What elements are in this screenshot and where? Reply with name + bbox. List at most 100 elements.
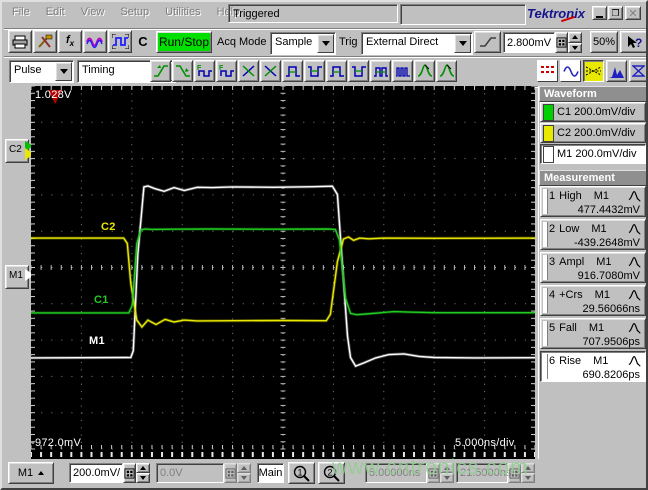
- meas-fall-time-button[interactable]: [172, 60, 193, 82]
- measurement-ampl-button[interactable]: 3 Ampl M1 916.7080mV: [540, 252, 646, 283]
- meas-double-pulse-button[interactable]: [370, 60, 391, 82]
- waveform-c1-button[interactable]: C1 200.0mV/div: [540, 102, 646, 122]
- spin-up-icon[interactable]: [136, 463, 150, 473]
- menu-view[interactable]: View: [73, 2, 113, 18]
- math-button[interactable]: fx: [58, 30, 82, 53]
- vertical-offset-spinner: [237, 463, 251, 483]
- meas-category-value: Pulse: [14, 64, 42, 76]
- frequency-icon: [197, 63, 213, 79]
- meas-source: M1: [593, 355, 609, 367]
- bottom-control-bar: M1 200.0mV/ 0.0V Main 1 2 5.00000ns 21.5…: [4, 459, 646, 488]
- c1-trace-label: C1: [94, 294, 109, 306]
- m1-scale-label: M1 200.0mV/div: [557, 148, 637, 160]
- waveform-view-button[interactable]: [560, 60, 581, 82]
- menu-utilities[interactable]: Utilities: [157, 2, 208, 18]
- magnifier-2-icon: 2: [323, 465, 340, 482]
- waveform-c2-button[interactable]: C2 200.0mV/div: [540, 123, 646, 143]
- meas-pos-width-button[interactable]: [282, 60, 303, 82]
- measurement-pos-crs-button[interactable]: 4 +Crs M1 29.56066ns: [540, 285, 646, 316]
- meas-rise-time-button[interactable]: [150, 60, 171, 82]
- restore-button[interactable]: ❐: [608, 6, 623, 20]
- meas-source: M1: [591, 223, 607, 235]
- spin-down-icon[interactable]: [136, 473, 150, 483]
- close-button[interactable]: ✕: [625, 6, 641, 20]
- spin-down-icon[interactable]: [568, 42, 582, 53]
- set-level-50-button[interactable]: 50%: [590, 31, 618, 53]
- trig-level-keypad-button[interactable]: [555, 32, 568, 53]
- fx-math-icon: fx: [65, 34, 75, 49]
- eye-pattern-button[interactable]: [583, 60, 604, 82]
- pulse-define-button[interactable]: [108, 30, 132, 53]
- waveform-button[interactable]: [83, 30, 107, 53]
- meas-burst-width-button[interactable]: [392, 60, 413, 82]
- measurement-rise-button[interactable]: 6 Rise M1 690.8206ps: [540, 351, 646, 382]
- zoom1-button[interactable]: 1: [288, 462, 315, 484]
- zoom2-button[interactable]: 2: [318, 462, 345, 484]
- horizontal-scale-spinner: [440, 463, 454, 483]
- meas-pos-peak-button[interactable]: [414, 60, 435, 82]
- vertical-channel-button[interactable]: M1: [8, 462, 54, 484]
- vertical-channel-label: M1: [17, 467, 34, 479]
- meas-frequency-button[interactable]: [194, 60, 215, 82]
- trig-level-spinner[interactable]: [568, 32, 582, 53]
- measurement-low-button[interactable]: 2 Low M1 -439.2648mV: [540, 219, 646, 250]
- tools-button[interactable]: [33, 30, 57, 53]
- meas-name: Ampl: [559, 256, 585, 268]
- spin-up-icon[interactable]: [568, 32, 582, 43]
- acq-mode-select[interactable]: Sample: [270, 32, 336, 55]
- menu-edit[interactable]: Edit: [38, 2, 73, 18]
- meas-index: 2: [549, 223, 556, 235]
- trig-source-dropdown-arrow[interactable]: [454, 34, 471, 53]
- meas-source-color-key: [543, 189, 548, 214]
- meas-name: High: [559, 190, 582, 202]
- mask-button[interactable]: [629, 60, 646, 82]
- meas-index: 4: [549, 289, 556, 301]
- run-stop-label: Run/Stop: [158, 35, 210, 49]
- meas-waveform-icon: [628, 222, 642, 236]
- vertical-scale-field[interactable]: 200.0mV/: [69, 463, 123, 483]
- meas-neg-peak-button[interactable]: [436, 60, 457, 82]
- c-channel-button[interactable]: C: [134, 30, 152, 53]
- meas-neg-duty-cycle-button[interactable]: [348, 60, 369, 82]
- rising-slope-icon: [479, 37, 496, 47]
- meas-neg-crossing-button[interactable]: [260, 60, 281, 82]
- measurement-fall-button[interactable]: 5 Fall M1 707.9506ps: [540, 318, 646, 349]
- menu-file[interactable]: File: [4, 2, 38, 18]
- oscilloscope-window: F FileEditViewSetupUtilitiesHelp Trigger…: [0, 0, 648, 490]
- pulse-define-icon: [111, 34, 129, 49]
- trig-source-select[interactable]: External Direct: [361, 32, 473, 55]
- pos-crossing-icon: [241, 63, 257, 79]
- context-help-button[interactable]: ?: [620, 31, 646, 53]
- timebase-mode-box[interactable]: Main: [257, 463, 284, 483]
- cursors-dashes-icon: [541, 66, 554, 73]
- print-button[interactable]: [8, 30, 32, 53]
- trigger-status-text: Triggered: [233, 7, 280, 20]
- toolbar-row-2: Pulse Timing: [4, 57, 646, 87]
- measurement-high-button[interactable]: 1 High M1 477.4432mV: [540, 186, 646, 217]
- run-stop-button[interactable]: Run/Stop: [156, 31, 212, 53]
- graticule-display[interactable]: 1.028V -972.0mV 5.000ns/div C2 C1 M1: [31, 86, 535, 459]
- cursors-button[interactable]: [537, 60, 558, 82]
- meas-index: 3: [549, 256, 556, 268]
- minimize-button[interactable]: [592, 6, 607, 20]
- trig-slope-button[interactable]: [474, 31, 501, 53]
- histogram-button[interactable]: [606, 60, 627, 82]
- meas-pos-duty-cycle-button[interactable]: [326, 60, 347, 82]
- waveform-m1-button[interactable]: M1 200.0mV/div: [540, 144, 646, 164]
- neg-duty-cycle-icon: [351, 63, 367, 79]
- meas-pos-crossing-button[interactable]: [238, 60, 259, 82]
- meas-value: 29.56066ns: [582, 303, 641, 315]
- menu-setup[interactable]: Setup: [112, 2, 157, 18]
- trig-level-field[interactable]: 2.800mV: [503, 32, 555, 53]
- vertical-scale-spinner[interactable]: [136, 463, 150, 483]
- context-help-icon: ?: [628, 35, 642, 50]
- meas-category-dropdown-arrow[interactable]: [55, 62, 72, 81]
- meas-waveform-icon: [628, 189, 642, 203]
- timebase-readout: 5.000ns/div: [455, 437, 515, 449]
- vertical-scale-keypad-button[interactable]: [123, 463, 136, 483]
- acq-mode-dropdown-arrow[interactable]: [317, 34, 334, 53]
- meas-category-select[interactable]: Pulse: [9, 60, 74, 83]
- meas-value: -439.2648mV: [573, 237, 640, 249]
- meas-period-button[interactable]: [216, 60, 237, 82]
- meas-neg-width-button[interactable]: [304, 60, 325, 82]
